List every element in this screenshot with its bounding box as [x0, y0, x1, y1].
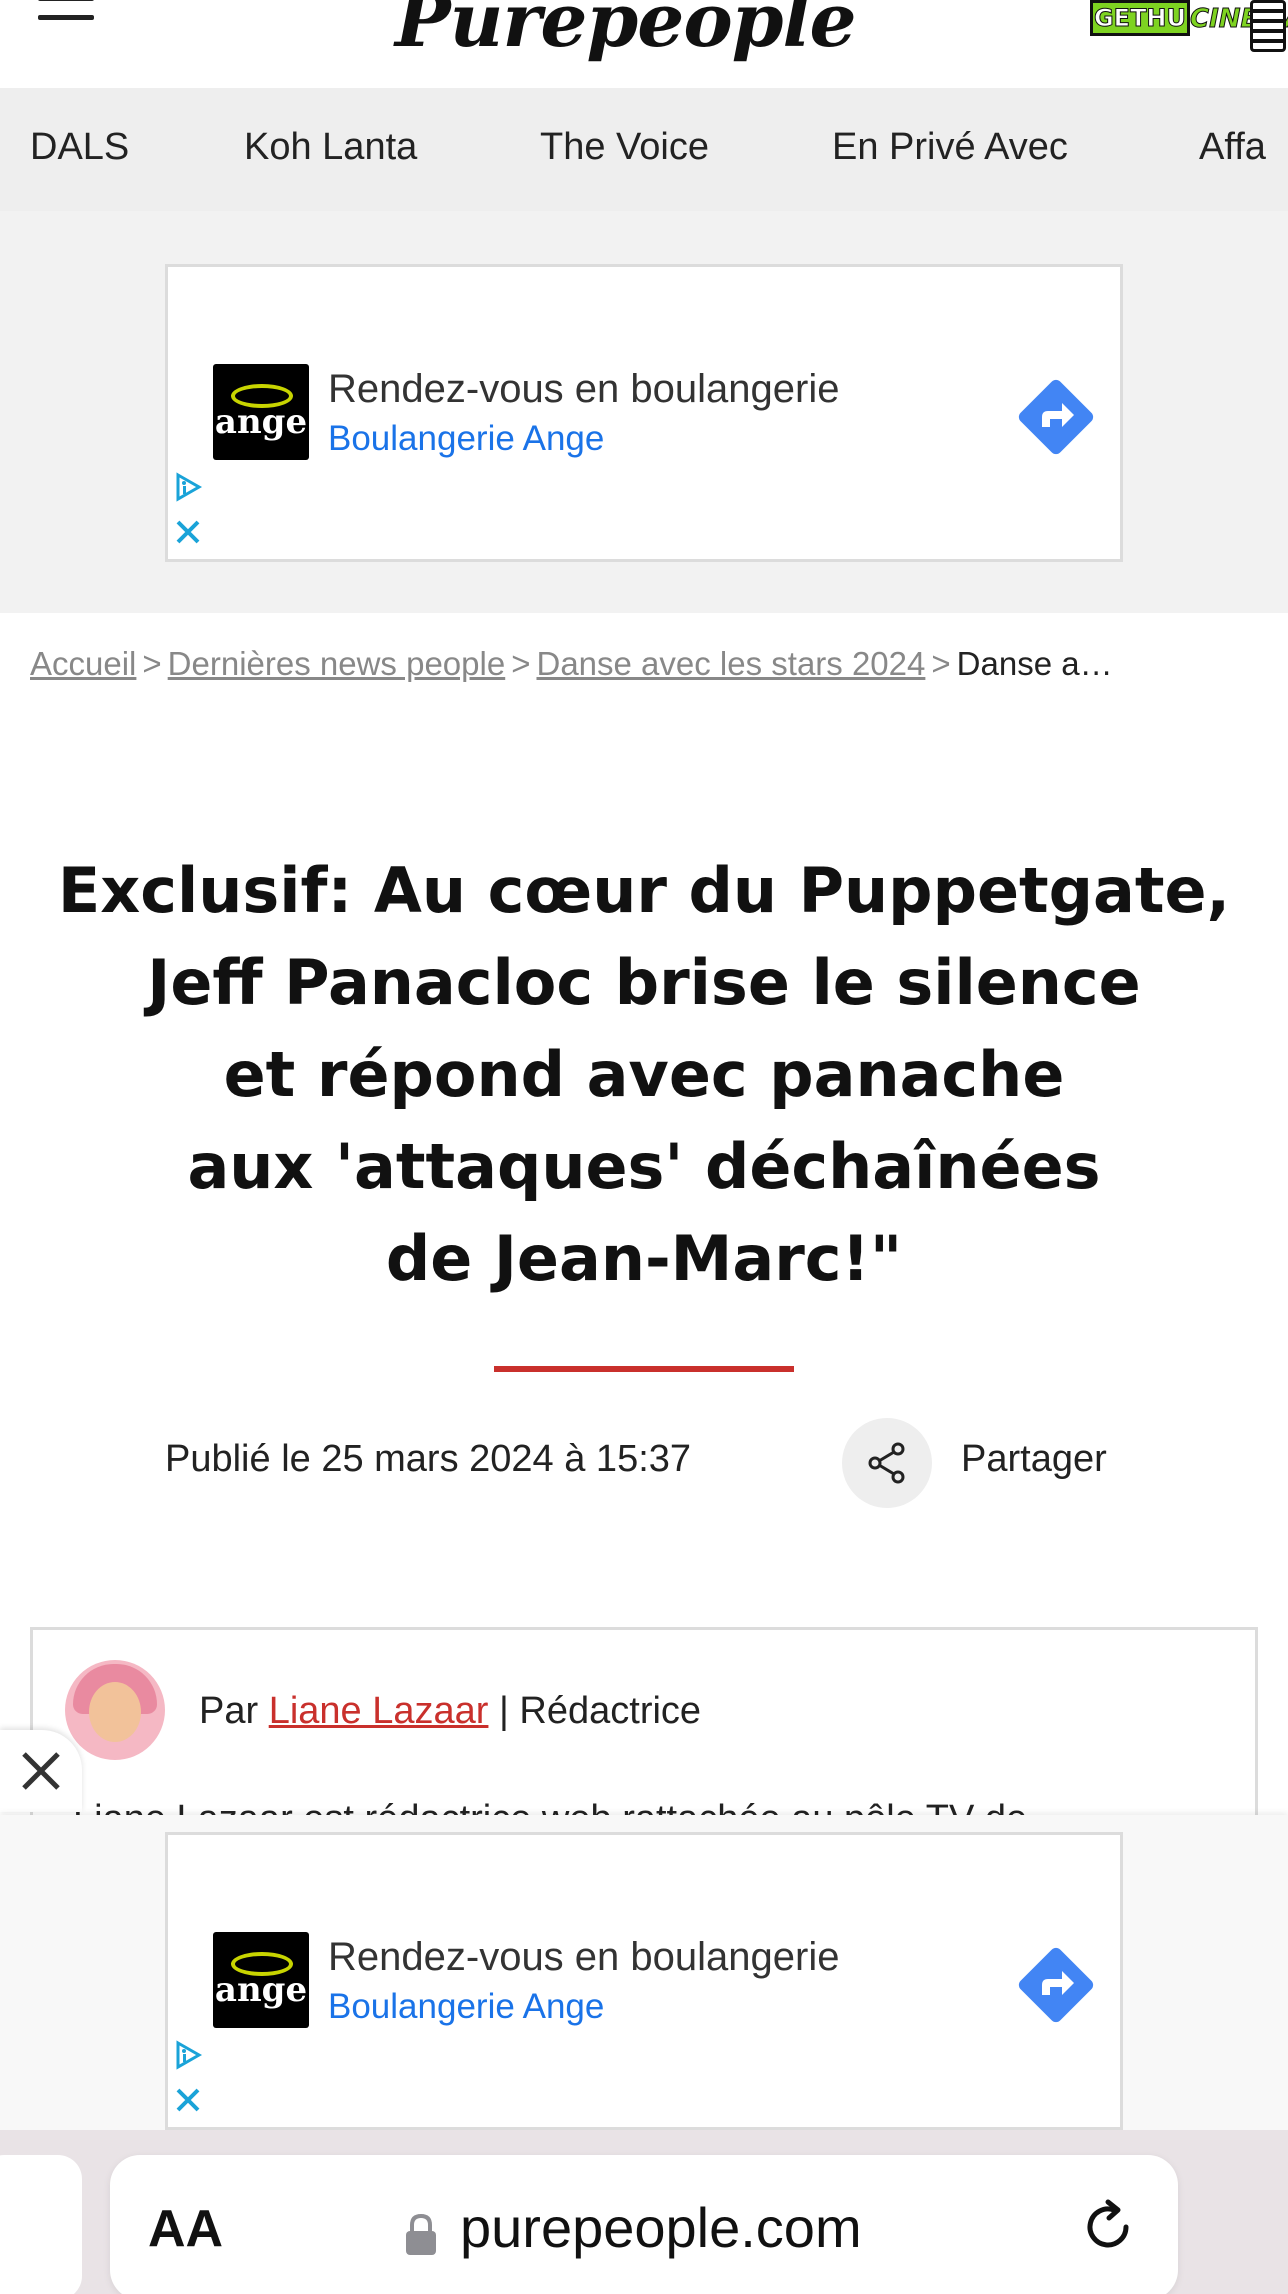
film-strip-icon	[1250, 0, 1286, 52]
author-byline: Par Liane Lazaar | Rédactrice	[199, 1690, 701, 1733]
site-header: Purepeople GETHU CINEMA	[0, 0, 1288, 88]
title-line: et répond avec panache	[223, 1038, 1065, 1111]
article-title: Exclusif: Au cœur du Puppetgate, Jeff Pa…	[40, 845, 1248, 1305]
sticky-ad-close-button[interactable]	[0, 1730, 82, 1812]
title-line: de Jean-Marc!"	[385, 1222, 903, 1295]
author-role: | Rédactrice	[499, 1690, 702, 1732]
text-size-button[interactable]: AA	[148, 2199, 223, 2259]
close-icon	[22, 1752, 60, 1790]
share-label[interactable]: Partager	[961, 1438, 1107, 1481]
breadcrumb-separator: >	[142, 645, 162, 682]
avatar	[65, 1660, 165, 1760]
breadcrumb-separator: >	[931, 645, 951, 682]
author-box: Par Liane Lazaar | Rédactrice Liane Laza…	[30, 1627, 1258, 1840]
category-link[interactable]: En Privé Avec	[832, 126, 1068, 169]
directions-icon[interactable]	[1016, 377, 1096, 457]
site-logo[interactable]: Purepeople	[395, 0, 857, 64]
share-icon	[868, 1442, 905, 1484]
ad-banner[interactable]: ange Rendez-vous en boulangerie Boulange…	[165, 264, 1123, 562]
ad-advertiser: Boulangerie Ange	[328, 1987, 605, 2026]
reload-icon[interactable]	[1080, 2199, 1136, 2255]
url-text[interactable]: purepeople.com	[460, 2195, 862, 2260]
ad-zone-top: ange Rendez-vous en boulangerie Boulange…	[0, 211, 1288, 613]
ad-banner[interactable]: ange Rendez-vous en boulangerie Boulange…	[165, 1832, 1123, 2130]
publish-date: Publié le 25 mars 2024 à 15:37	[165, 1438, 692, 1480]
address-bar[interactable]: AA purepeople.com	[110, 2155, 1178, 2294]
breadcrumb-current: Danse a…	[956, 645, 1113, 682]
hamburger-menu-icon[interactable]	[38, 0, 94, 28]
breadcrumb-separator: >	[511, 645, 531, 682]
browser-toolbar: AA purepeople.com	[0, 2130, 1288, 2294]
directions-icon[interactable]	[1016, 1945, 1096, 2025]
breadcrumb-link[interactable]: Danse avec les stars 2024	[536, 645, 925, 682]
advertiser-logo: ange	[213, 1932, 309, 2028]
author-link[interactable]: Liane Lazaar	[269, 1690, 489, 1732]
previous-tab[interactable]	[0, 2155, 82, 2294]
watermark-badge: GETHU CINEMA	[1090, 0, 1288, 52]
title-line: Jeff Panacloc brise le silence	[147, 946, 1141, 1019]
breadcrumb: Accueil > Dernières news people > Danse avec…	[30, 645, 1250, 683]
adchoices-icon[interactable]	[173, 472, 203, 502]
author-prefix: Par	[199, 1690, 259, 1732]
category-link[interactable]: DALS	[30, 126, 129, 169]
title-line: aux 'attaques' déchaînées	[187, 1130, 1101, 1203]
advertiser-logo: ange	[213, 364, 309, 460]
breadcrumb-link[interactable]: Accueil	[30, 645, 136, 682]
ad-close-icon[interactable]	[173, 2085, 203, 2115]
ad-headline: Rendez-vous en boulangerie	[328, 1935, 840, 1979]
category-nav: DALS Koh Lanta The Voice En Privé Avec A…	[0, 88, 1288, 211]
category-link[interactable]: Koh Lanta	[244, 126, 417, 169]
ad-advertiser: Boulangerie Ange	[328, 419, 605, 458]
category-link[interactable]: The Voice	[540, 126, 709, 169]
share-button[interactable]	[842, 1418, 932, 1508]
lock-icon	[406, 2213, 436, 2255]
sticky-ad-zone: ange Rendez-vous en boulangerie Boulange…	[0, 1815, 1288, 2130]
watermark-badge-left: GETHU	[1090, 0, 1190, 36]
title-divider	[494, 1366, 794, 1372]
title-line: Exclusif: Au cœur du Puppetgate,	[57, 854, 1231, 927]
category-link[interactable]: Affa	[1199, 126, 1266, 169]
ad-close-icon[interactable]	[173, 517, 203, 547]
breadcrumb-link[interactable]: Dernières news people	[168, 645, 506, 682]
ad-headline: Rendez-vous en boulangerie	[328, 367, 840, 411]
adchoices-icon[interactable]	[173, 2040, 203, 2070]
